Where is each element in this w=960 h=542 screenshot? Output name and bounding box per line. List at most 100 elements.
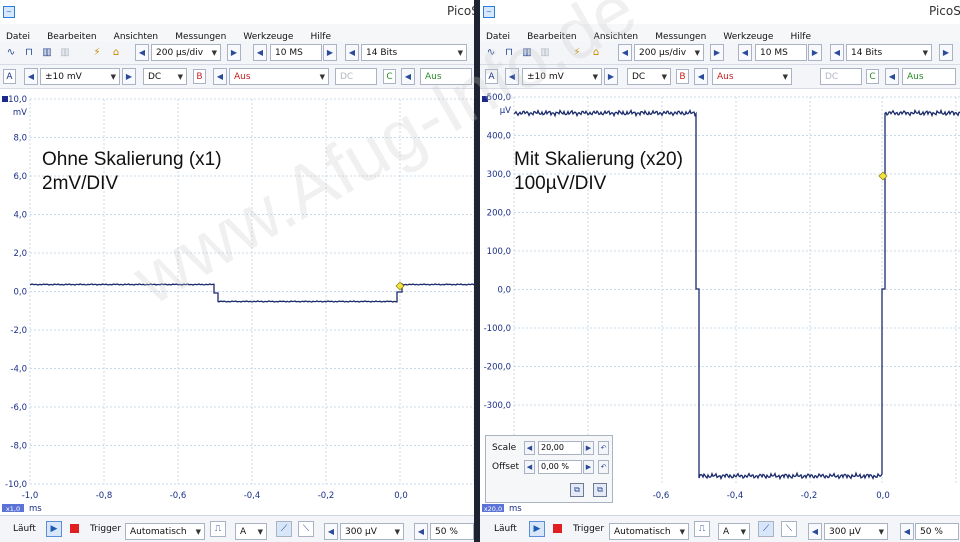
resolution-select[interactable]: 14 Bits ▼: [846, 44, 932, 61]
resolution-decrease[interactable]: ◀: [830, 44, 844, 61]
threshold-decrease[interactable]: ◀: [324, 523, 338, 540]
persistence-mode-icon[interactable]: ⊓: [501, 45, 517, 61]
scale-reset-icon[interactable]: ↶: [598, 441, 609, 455]
resolution-decrease[interactable]: ◀: [345, 44, 359, 61]
trigger-mode-select[interactable]: Automatisch ▼: [609, 523, 689, 540]
menu-file[interactable]: Datei: [0, 29, 36, 42]
advanced-trigger-icon[interactable]: ⎍: [694, 521, 710, 537]
scale-decrease[interactable]: ◀: [524, 441, 535, 455]
channel-a-range-select[interactable]: ±10 mV ▼: [40, 68, 120, 85]
spectrum-mode-icon[interactable]: ▥: [39, 45, 55, 61]
trigger-mode-select[interactable]: Automatisch ▼: [125, 523, 205, 540]
stop-button[interactable]: [70, 524, 79, 533]
scale-increase[interactable]: ▶: [583, 441, 594, 455]
resolution-increase[interactable]: ▶: [939, 44, 953, 61]
signal-generator-icon[interactable]: ⚡: [89, 45, 105, 61]
channel-c-button[interactable]: C: [866, 69, 879, 84]
menu-edit[interactable]: Bearbeiten: [521, 29, 582, 42]
mso-mode-icon[interactable]: ▥: [537, 45, 553, 61]
app-icon: ~: [3, 6, 15, 18]
paste-settings-icon[interactable]: ⧉: [593, 483, 607, 497]
channel-b-range-decrease[interactable]: ◀: [213, 68, 227, 85]
samples-increase[interactable]: ▶: [323, 44, 337, 61]
channel-b-range-select[interactable]: Aus ▼: [712, 68, 792, 85]
menu-tools[interactable]: Werkzeuge: [717, 29, 779, 42]
menu-file[interactable]: Datei: [480, 29, 516, 42]
channel-a-range-decrease[interactable]: ◀: [24, 68, 38, 85]
channel-c-range-decrease[interactable]: ◀: [885, 68, 899, 85]
resolution-select[interactable]: 14 Bits ▼: [361, 44, 467, 61]
channel-c-range-decrease[interactable]: ◀: [401, 68, 415, 85]
samples-decrease[interactable]: ◀: [738, 44, 752, 61]
channel-b-range-select[interactable]: Aus ▼: [229, 68, 329, 85]
menu-measurements[interactable]: Messungen: [649, 29, 712, 42]
channel-c-range-select[interactable]: Aus: [902, 68, 956, 85]
pretrigger-select[interactable]: 50 %: [430, 523, 474, 540]
run-button[interactable]: ▶: [46, 521, 62, 537]
samples-select[interactable]: 10 MS: [755, 44, 807, 61]
scope-mode-icon[interactable]: ∿: [3, 45, 19, 61]
channel-a-button[interactable]: A: [485, 69, 498, 84]
channel-b-button[interactable]: B: [193, 69, 206, 84]
channel-a-button[interactable]: A: [3, 69, 16, 84]
channel-a-range-decrease[interactable]: ◀: [505, 68, 519, 85]
y-axis-unit: µV: [500, 106, 511, 116]
signal-generator-icon[interactable]: ⚡: [569, 45, 585, 61]
home-icon[interactable]: ⌂: [588, 45, 604, 61]
channel-c-range-select[interactable]: Aus: [420, 68, 472, 85]
scope-mode-icon[interactable]: ∿: [483, 45, 499, 61]
channel-b-coupling-select[interactable]: DC: [335, 68, 377, 85]
mso-mode-icon[interactable]: ▥: [57, 45, 73, 61]
menu-views[interactable]: Ansichten: [108, 29, 164, 42]
trigger-channel-select[interactable]: A ▼: [235, 523, 267, 540]
persistence-mode-icon[interactable]: ⊓: [21, 45, 37, 61]
threshold-select[interactable]: 300 µV ▼: [824, 523, 888, 540]
spectrum-mode-icon[interactable]: ▥: [519, 45, 535, 61]
falling-edge-icon[interactable]: ⟍: [298, 521, 314, 537]
pretrigger-decrease[interactable]: ◀: [900, 523, 914, 540]
samples-select[interactable]: 10 MS: [270, 44, 322, 61]
channel-b-coupling-select[interactable]: DC: [820, 68, 862, 85]
timebase-decrease[interactable]: ◀: [135, 44, 149, 61]
home-icon[interactable]: ⌂: [108, 45, 124, 61]
advanced-trigger-icon[interactable]: ⎍: [210, 521, 226, 537]
run-button[interactable]: ▶: [529, 521, 545, 537]
channel-a-range-increase[interactable]: ▶: [122, 68, 136, 85]
channel-a-range-increase[interactable]: ▶: [604, 68, 618, 85]
channel-c-button[interactable]: C: [383, 69, 396, 84]
y-tick-label: 0,0: [13, 288, 27, 298]
falling-edge-icon[interactable]: ⟍: [781, 521, 797, 537]
channel-a-range-select[interactable]: ±10 mV ▼: [522, 68, 602, 85]
channel-b-range-decrease[interactable]: ◀: [694, 68, 708, 85]
scale-input[interactable]: 20,00: [538, 441, 582, 455]
channel-a-coupling-select[interactable]: DC ▼: [627, 68, 671, 85]
offset-decrease[interactable]: ◀: [524, 460, 535, 474]
pretrigger-decrease[interactable]: ◀: [414, 523, 428, 540]
threshold-select[interactable]: 300 µV ▼: [340, 523, 404, 540]
menu-tools[interactable]: Werkzeuge: [237, 29, 299, 42]
trigger-channel-select[interactable]: A ▼: [718, 523, 750, 540]
timebase-increase[interactable]: ▶: [710, 44, 724, 61]
menu-edit[interactable]: Bearbeiten: [41, 29, 102, 42]
menu-help[interactable]: Hilfe: [305, 29, 337, 42]
channel-b-button[interactable]: B: [676, 69, 689, 84]
stop-button[interactable]: [553, 524, 562, 533]
rising-edge-icon[interactable]: ⟋: [758, 521, 774, 537]
offset-reset-icon[interactable]: ↶: [598, 460, 609, 474]
samples-decrease[interactable]: ◀: [253, 44, 267, 61]
timebase-select[interactable]: 200 µs/div ▼: [151, 44, 221, 61]
channel-a-coupling-select[interactable]: DC ▼: [143, 68, 187, 85]
menu-help[interactable]: Hilfe: [785, 29, 817, 42]
timebase-increase[interactable]: ▶: [227, 44, 241, 61]
timebase-decrease[interactable]: ◀: [618, 44, 632, 61]
threshold-decrease[interactable]: ◀: [808, 523, 822, 540]
offset-input[interactable]: 0,00 %: [538, 460, 582, 474]
pretrigger-select[interactable]: 50 %: [915, 523, 959, 540]
copy-settings-icon[interactable]: ⧉: [570, 483, 584, 497]
menu-views[interactable]: Ansichten: [588, 29, 644, 42]
offset-increase[interactable]: ▶: [583, 460, 594, 474]
rising-edge-icon[interactable]: ⟋: [276, 521, 292, 537]
samples-increase[interactable]: ▶: [808, 44, 822, 61]
timebase-select[interactable]: 200 µs/div ▼: [634, 44, 704, 61]
menu-measurements[interactable]: Messungen: [169, 29, 232, 42]
